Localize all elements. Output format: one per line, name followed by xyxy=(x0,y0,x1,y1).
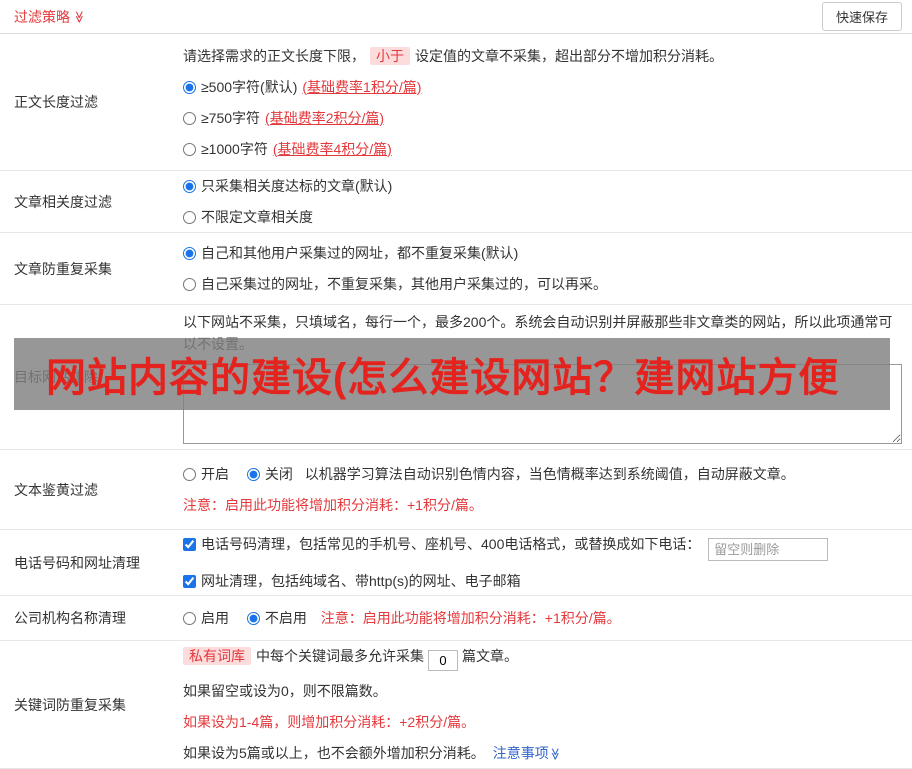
radio-length-1000[interactable] xyxy=(183,142,196,156)
radio-company-on[interactable] xyxy=(183,612,196,625)
row-relevance-filter: 文章相关度过滤 只采集相关度达标的文章(默认) 不限定文章相关度 xyxy=(0,171,912,233)
company-clean-content: 启用 不启用 注意：启用此功能将增加积分消耗：+1积分/篇。 xyxy=(183,596,912,640)
radio-length-1000-label: ≥1000字符 xyxy=(201,140,268,157)
keyword-dedup-line3: 如果设为1-4篇，则增加积分消耗：+2积分/篇。 xyxy=(183,714,476,730)
radio-dedup-all-users[interactable] xyxy=(183,247,196,260)
phone-url-clean-label: 电话号码和网址清理 xyxy=(14,554,140,571)
option-dedup-all-users[interactable]: 自己和其他用户采集过的网址，都不重复采集(默认) xyxy=(183,242,902,264)
dedup-filter-content: 自己和其他用户采集过的网址，都不重复采集(默认) 自己采集过的网址，不重复采集，… xyxy=(183,233,912,304)
option-length-750[interactable]: ≥750字符 (基础费率2积分/篇) xyxy=(183,107,902,129)
porn-filter-label: 文本鉴黄过滤 xyxy=(14,481,98,498)
option-phone-clean[interactable]: 电话号码清理，包括常见的手机号、座机号、400电话格式，或替换成如下电话： xyxy=(183,536,704,552)
phone-clean-line: 电话号码清理，包括常见的手机号、座机号、400电话格式，或替换成如下电话： xyxy=(183,533,902,561)
radio-company-off-label: 不启用 xyxy=(264,610,307,626)
phone-url-clean-content: 电话号码清理，包括常见的手机号、座机号、400电话格式，或替换成如下电话： 网址… xyxy=(183,530,912,595)
option-relevance-strict[interactable]: 只采集相关度达标的文章(默认) xyxy=(183,175,902,197)
keyword-dedup-line1-mid: 中每个关键词最多允许采集 xyxy=(256,648,424,664)
less-than-highlight: 小于 xyxy=(370,46,410,65)
site-exclude-description: 以下网站不采集，只填域名，每行一个，最多200个。系统会自动识别并屏蔽那些非文章… xyxy=(183,313,893,352)
radio-company-on-label: 启用 xyxy=(201,610,229,626)
keyword-count-input[interactable] xyxy=(428,650,458,671)
company-clean-warning: 注意：启用此功能将增加积分消耗：+1积分/篇。 xyxy=(320,610,621,626)
radio-dedup-self-only-label: 自己采集过的网址，不重复采集，其他用户采集过的，可以再采。 xyxy=(201,276,607,292)
quick-save-button[interactable]: 快速保存 xyxy=(821,2,902,31)
option-porn-off[interactable]: 关闭 xyxy=(246,466,297,482)
radio-dedup-all-users-label: 自己和其他用户采集过的网址，都不重复采集(默认) xyxy=(201,245,519,261)
checkbox-phone-clean[interactable] xyxy=(183,538,196,551)
site-exclude-content: 以下网站不采集，只填域名，每行一个，最多200个。系统会自动识别并屏蔽那些非文章… xyxy=(183,305,912,449)
page-title-text: 过滤策略 xyxy=(14,8,70,25)
radio-length-750[interactable] xyxy=(183,111,196,125)
topbar: 过滤策略 ≫ 快速保存 xyxy=(0,0,912,34)
relevance-filter-label: 文章相关度过滤 xyxy=(14,193,112,210)
keyword-dedup-content: 私有词库中每个关键词最多允许采集 篇文章。 如果留空或设为0，则不限篇数。 如果设… xyxy=(183,641,912,768)
radio-length-500[interactable] xyxy=(183,80,196,94)
keyword-dedup-line4: 如果设为5篇或以上，也不会额外增加积分消耗。 注意事项≫ xyxy=(183,742,902,764)
porn-filter-description: 以机器学习算法自动识别色情内容，当色情概率达到系统阈值，自动屏蔽文章。 xyxy=(304,466,795,482)
option-porn-on[interactable]: 开启 xyxy=(183,466,233,482)
row-site-exclude: 目标网站排除 以下网站不采集，只填域名，每行一个，最多200个。系统会自动识别并… xyxy=(0,305,912,450)
option-url-clean[interactable]: 网址清理，包括纯域名、带http(s)的网址、电子邮箱 xyxy=(183,570,902,592)
row-length-filter: 正文长度过滤 请选择需求的正文长度下限， 小于 设定值的文章不采集，超出部分不增加积… xyxy=(0,34,912,171)
row-porn-filter: 文本鉴黄过滤 开启 关闭 以机器学习算法自动识别色情内容，当色情概率达到系统阈值… xyxy=(0,450,912,530)
radio-relevance-strict[interactable] xyxy=(183,180,196,193)
notes-link[interactable]: 注意事项≫ xyxy=(493,745,562,761)
relevance-filter-content: 只采集相关度达标的文章(默认) 不限定文章相关度 xyxy=(183,171,912,232)
chevron-down-icon: ≫ xyxy=(72,10,87,23)
row-phone-url-clean: 电话号码和网址清理 电话号码清理，包括常见的手机号、座机号、400电话格式，或替… xyxy=(0,530,912,596)
rate-note-500: (基础费率1积分/篇) xyxy=(302,78,422,95)
checkbox-phone-clean-label: 电话号码清理，包括常见的手机号、座机号、400电话格式，或替换成如下电话： xyxy=(201,536,701,552)
radio-porn-on[interactable] xyxy=(183,468,196,481)
option-length-1000[interactable]: ≥1000字符 (基础费率4积分/篇) xyxy=(183,138,902,160)
radio-dedup-self-only[interactable] xyxy=(183,278,196,291)
company-clean-options: 启用 不启用 注意：启用此功能将增加积分消耗：+1积分/篇。 xyxy=(183,607,902,629)
notes-chevron-down-icon: ≫ xyxy=(548,747,563,761)
private-lexicon-badge: 私有词库 xyxy=(183,647,251,665)
radio-relevance-strict-label: 只采集相关度达标的文章(默认) xyxy=(201,178,393,194)
row-keyword-dedup: 关键词防重复采集 私有词库中每个关键词最多允许采集 篇文章。 如果留空或设为0，则… xyxy=(0,641,912,769)
radio-length-750-label: ≥750字符 xyxy=(201,109,261,126)
row-company-clean: 公司机构名称清理 启用 不启用 注意：启用此功能将增加积分消耗：+1积分/篇。 xyxy=(0,596,912,641)
intro-pre: 请选择需求的正文长度下限， xyxy=(183,47,365,64)
keyword-dedup-label: 关键词防重复采集 xyxy=(14,696,126,713)
radio-porn-off-label: 关闭 xyxy=(264,466,293,482)
radio-relevance-any-label: 不限定文章相关度 xyxy=(201,209,313,225)
replacement-phone-input[interactable] xyxy=(708,538,829,561)
rate-note-750: (基础费率2积分/篇) xyxy=(265,109,385,126)
porn-filter-warning: 注意：启用此功能将增加积分消耗：+1积分/篇。 xyxy=(183,497,483,513)
option-company-on[interactable]: 启用 xyxy=(183,610,233,626)
option-company-off[interactable]: 不启用 xyxy=(246,610,311,626)
site-exclude-label: 目标网站排除 xyxy=(14,369,98,385)
radio-length-500-label: ≥500字符(默认) xyxy=(201,78,298,95)
option-length-500[interactable]: ≥500字符(默认) (基础费率1积分/篇) xyxy=(183,76,902,98)
porn-filter-options: 开启 关闭 以机器学习算法自动识别色情内容，当色情概率达到系统阈值，自动屏蔽文章… xyxy=(183,463,902,485)
site-exclude-textarea[interactable] xyxy=(183,363,902,444)
company-clean-label: 公司机构名称清理 xyxy=(14,610,126,626)
radio-porn-on-label: 开启 xyxy=(201,466,229,482)
option-dedup-self-only[interactable]: 自己采集过的网址，不重复采集，其他用户采集过的，可以再采。 xyxy=(183,273,902,295)
radio-porn-off[interactable] xyxy=(246,468,260,481)
radio-company-off[interactable] xyxy=(246,612,260,625)
checkbox-url-clean[interactable] xyxy=(183,575,196,588)
row-dedup-filter: 文章防重复采集 自己和其他用户采集过的网址，都不重复采集(默认) 自己采集过的网… xyxy=(0,233,912,305)
dedup-filter-label: 文章防重复采集 xyxy=(14,260,112,277)
length-filter-content: 请选择需求的正文长度下限， 小于 设定值的文章不采集，超出部分不增加积分消耗。 ≥5… xyxy=(183,34,912,170)
page-title[interactable]: 过滤策略 ≫ xyxy=(14,7,86,27)
option-relevance-any[interactable]: 不限定文章相关度 xyxy=(183,206,902,228)
checkbox-url-clean-label: 网址清理，包括纯域名、带http(s)的网址、电子邮箱 xyxy=(201,573,521,589)
length-filter-label: 正文长度过滤 xyxy=(14,94,98,110)
radio-relevance-any[interactable] xyxy=(183,211,196,224)
keyword-dedup-line1: 私有词库中每个关键词最多允许采集 篇文章。 xyxy=(183,645,902,671)
keyword-dedup-line4-text: 如果设为5篇或以上，也不会额外增加积分消耗。 xyxy=(183,745,485,761)
keyword-dedup-line2: 如果留空或设为0，则不限篇数。 xyxy=(183,683,387,699)
porn-filter-content: 开启 关闭 以机器学习算法自动识别色情内容，当色情概率达到系统阈值，自动屏蔽文章… xyxy=(183,450,912,529)
rate-note-1000: (基础费率4积分/篇) xyxy=(272,140,392,157)
length-filter-intro: 请选择需求的正文长度下限， 小于 设定值的文章不采集，超出部分不增加积分消耗。 xyxy=(183,45,902,67)
notes-link-text: 注意事项 xyxy=(492,745,549,761)
intro-post: 设定值的文章不采集，超出部分不增加积分消耗。 xyxy=(415,47,723,64)
keyword-dedup-line1-end: 篇文章。 xyxy=(462,648,518,664)
